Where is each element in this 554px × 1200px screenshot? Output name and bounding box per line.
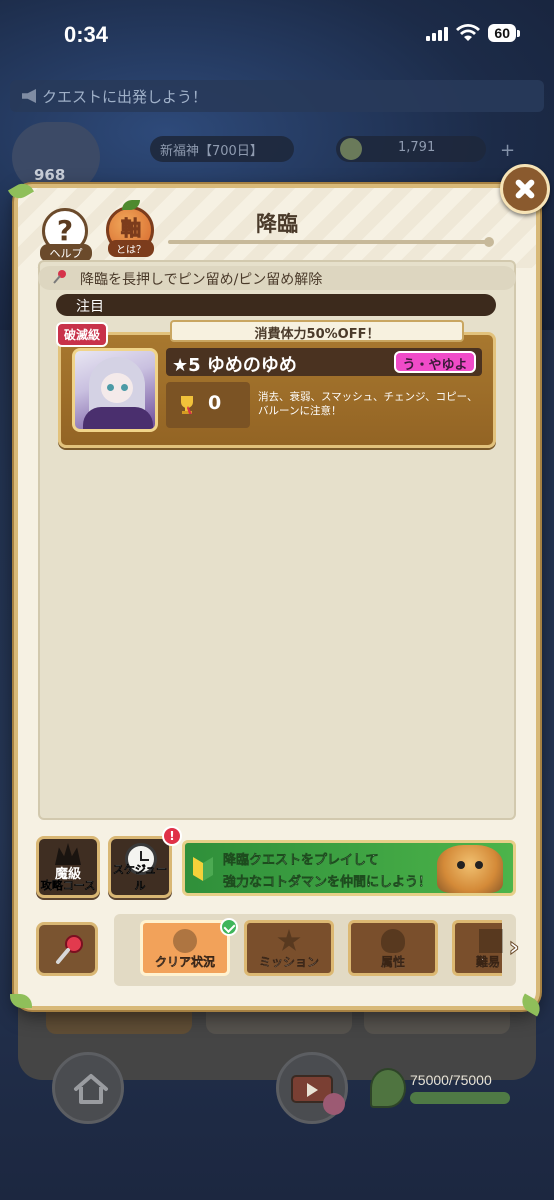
mascot-icon bbox=[437, 845, 503, 893]
promo-banner[interactable]: 降臨クエストをプレイして 強力なコトダマンを仲間にしよう！ bbox=[182, 840, 516, 896]
difficulty-tag: 破滅級 bbox=[56, 322, 109, 347]
axis-kanji: 軸 bbox=[121, 216, 142, 241]
signal-icon bbox=[426, 25, 449, 41]
pin-filter-button[interactable] bbox=[36, 922, 98, 976]
beginner-mark-icon bbox=[193, 857, 213, 881]
speaker-icon bbox=[22, 89, 36, 103]
trophy-icon bbox=[181, 396, 193, 414]
status-bar: 0:34 60 bbox=[0, 0, 554, 72]
add-coin-icon: + bbox=[500, 140, 516, 161]
promo-line1: 降臨クエストをプレイして bbox=[223, 853, 379, 869]
axis-info-button[interactable]: 軸 とは？ bbox=[104, 200, 158, 262]
clear-icon bbox=[173, 929, 197, 953]
pin-hint-text: 降臨を長押しでピン留め/ピン留め解除 bbox=[80, 272, 323, 288]
attribute-badge: う・やゆよ bbox=[394, 351, 476, 373]
demon-icon bbox=[55, 843, 81, 865]
modal-title: 降臨 bbox=[256, 212, 298, 236]
flame-icon bbox=[381, 929, 405, 953]
pin-hint-row: 降臨を長押しでピン留め/ピン留め解除 bbox=[38, 266, 516, 290]
title-underline bbox=[168, 237, 494, 247]
quest-banner-text: クエストに出発しよう！ bbox=[42, 88, 208, 106]
tab-clear-status[interactable]: クリア状況 bbox=[140, 920, 230, 976]
close-button[interactable] bbox=[500, 164, 550, 214]
featured-header: 注目 bbox=[56, 294, 496, 316]
stamina-text: 75000/75000 bbox=[410, 1072, 492, 1088]
tab-difficulty[interactable]: 難易 bbox=[452, 920, 503, 976]
home-button[interactable] bbox=[52, 1052, 124, 1124]
promo-line2: 強力なコトダマンを仲間にしよう！ bbox=[223, 875, 432, 891]
stamina-sale-ribbon: 消費体力50%OFF！ bbox=[170, 320, 464, 342]
quest-banner: クエストに出発しよう！ bbox=[10, 80, 544, 112]
coin-icon bbox=[340, 138, 362, 160]
schedule-label: スケジュール bbox=[112, 863, 168, 892]
boss-course-label: 攻略コース bbox=[40, 879, 96, 892]
tab-attribute[interactable]: 属性 bbox=[348, 920, 438, 976]
video-button[interactable] bbox=[276, 1052, 348, 1124]
tab-mission[interactable]: ミッション bbox=[244, 920, 334, 976]
stamina-bar bbox=[410, 1092, 510, 1104]
pin-icon bbox=[56, 935, 83, 964]
pin-icon bbox=[53, 270, 66, 284]
star-icon bbox=[277, 929, 301, 951]
schedule-button[interactable]: スケジュール bbox=[108, 836, 172, 898]
event-pill: 新福神【700日】 bbox=[150, 136, 294, 162]
battery-icon: 60 bbox=[488, 24, 520, 42]
check-icon bbox=[220, 918, 238, 936]
tab-label: クリア状況 bbox=[154, 955, 215, 969]
stamina-icon bbox=[370, 1068, 406, 1108]
gimmick-warning: 消去、衰弱、スマッシュ、チェンジ、コピー、バルーンに注意！ bbox=[258, 391, 478, 417]
wifi-icon bbox=[456, 24, 481, 41]
chevron-right-icon[interactable]: › bbox=[500, 930, 528, 966]
boss-course-button[interactable]: 魔級 攻略コース bbox=[36, 836, 100, 898]
schedule-alert-badge: ! bbox=[162, 826, 182, 846]
status-time: 0:34 bbox=[64, 22, 109, 47]
tab-label: 属性 bbox=[380, 955, 405, 969]
video-badge-icon bbox=[323, 1093, 345, 1115]
tab-label: 難易 bbox=[475, 955, 500, 969]
tab-label: ミッション bbox=[258, 955, 319, 969]
axis-label: とは？ bbox=[108, 240, 154, 257]
character-portrait bbox=[72, 348, 158, 432]
status-icons: 60 bbox=[426, 24, 520, 42]
home-icon bbox=[74, 1074, 108, 1104]
rank-number: 968 bbox=[34, 166, 66, 184]
clear-count: 0 bbox=[208, 392, 222, 414]
help-button[interactable]: ? ヘルプ bbox=[40, 208, 92, 266]
